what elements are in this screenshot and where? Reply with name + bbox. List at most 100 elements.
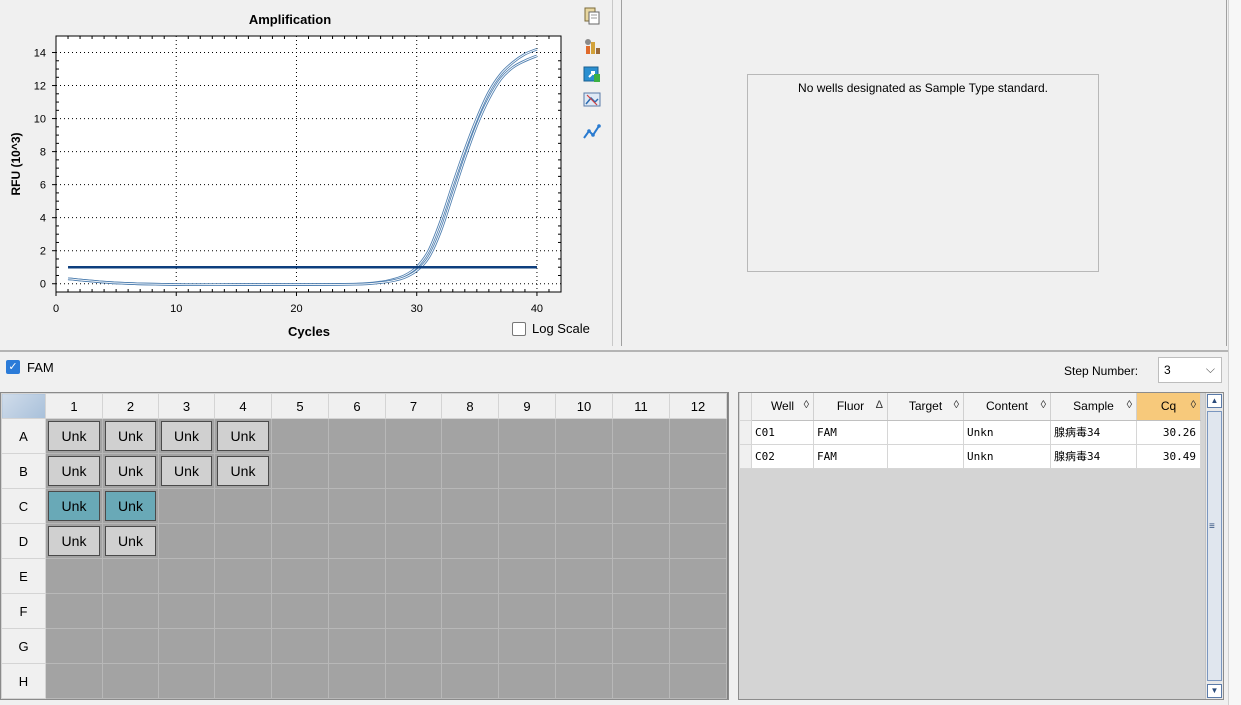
plate-cell-G11[interactable]	[612, 628, 670, 664]
column-header-well[interactable]: Well ◊	[751, 393, 814, 421]
plate-cell-A7[interactable]	[385, 418, 442, 454]
cell-sample[interactable]: 腺病毒34	[1050, 419, 1137, 445]
cell-content[interactable]: Unkn	[963, 443, 1051, 469]
plate-cell-G10[interactable]	[555, 628, 613, 664]
plate-cell-H4[interactable]	[214, 663, 272, 699]
plate-cell-D12[interactable]	[669, 523, 727, 559]
plate-cell-F1[interactable]	[45, 593, 103, 629]
plate-cell-E11[interactable]	[612, 558, 670, 594]
plate-cell-C4[interactable]	[214, 488, 272, 524]
column-header-sample[interactable]: Sample ◊	[1050, 393, 1137, 421]
chart-settings-icon[interactable]	[582, 36, 602, 56]
plate-cell-E5[interactable]	[271, 558, 329, 594]
column-header-cq[interactable]: Cq ◊	[1136, 393, 1201, 421]
plate-cell-G5[interactable]	[271, 628, 329, 664]
plate-cell-A1[interactable]: Unk	[45, 418, 103, 454]
plate-cell-F7[interactable]	[385, 593, 442, 629]
plate-cell-E7[interactable]	[385, 558, 442, 594]
plate-column-header-2[interactable]: 2	[102, 393, 159, 419]
plate-column-header-9[interactable]: 9	[498, 393, 556, 419]
plate-row-header-A[interactable]: A	[1, 418, 46, 454]
scroll-thumb[interactable]	[1207, 411, 1222, 681]
plate-cell-A3[interactable]: Unk	[158, 418, 215, 454]
plate-cell-C1[interactable]: Unk	[45, 488, 103, 524]
plate-row-header-E[interactable]: E	[1, 558, 46, 594]
plate-cell-G8[interactable]	[441, 628, 499, 664]
plate-column-header-6[interactable]: 6	[328, 393, 386, 419]
plate-cell-G6[interactable]	[328, 628, 386, 664]
plate-cell-A5[interactable]	[271, 418, 329, 454]
plate-column-header-7[interactable]: 7	[385, 393, 442, 419]
cell-target[interactable]	[887, 419, 964, 445]
plate-cell-G1[interactable]	[45, 628, 103, 664]
plate-cell-B9[interactable]	[498, 453, 556, 489]
plate-cell-E3[interactable]	[158, 558, 215, 594]
scroll-down-arrow-icon[interactable]: ▼	[1207, 684, 1222, 698]
plate-cell-F12[interactable]	[669, 593, 727, 629]
plate-cell-E6[interactable]	[328, 558, 386, 594]
cell-fluor[interactable]: FAM	[813, 443, 888, 469]
table-row[interactable]: C01 FAM Unkn 腺病毒34 30.26	[739, 419, 1201, 445]
trend-line-icon[interactable]	[582, 122, 602, 142]
plate-cell-H12[interactable]	[669, 663, 727, 699]
well-B3[interactable]: Unk	[161, 456, 212, 486]
plate-cell-C7[interactable]	[385, 488, 442, 524]
plate-cell-F2[interactable]	[102, 593, 159, 629]
export-icon[interactable]	[582, 64, 602, 84]
column-header-content[interactable]: Content ◊	[963, 393, 1051, 421]
plate-cell-D2[interactable]: Unk	[102, 523, 159, 559]
table-row[interactable]: C02 FAM Unkn 腺病毒34 30.49	[739, 443, 1201, 469]
plate-column-header-10[interactable]: 10	[555, 393, 613, 419]
well-A3[interactable]: Unk	[161, 421, 212, 451]
plate-cell-A12[interactable]	[669, 418, 727, 454]
plate-cell-B8[interactable]	[441, 453, 499, 489]
plate-cell-G4[interactable]	[214, 628, 272, 664]
well-C1[interactable]: Unk	[48, 491, 100, 521]
plate-cell-D5[interactable]	[271, 523, 329, 559]
plate-cell-B11[interactable]	[612, 453, 670, 489]
plate-cell-D4[interactable]	[214, 523, 272, 559]
plate-column-header-11[interactable]: 11	[612, 393, 670, 419]
plate-cell-D6[interactable]	[328, 523, 386, 559]
plate-cell-E8[interactable]	[441, 558, 499, 594]
plate-cell-A2[interactable]: Unk	[102, 418, 159, 454]
plate-row-header-F[interactable]: F	[1, 593, 46, 629]
plate-cell-D7[interactable]	[385, 523, 442, 559]
plate-cell-E9[interactable]	[498, 558, 556, 594]
plate-row-header-D[interactable]: D	[1, 523, 46, 559]
well-B4[interactable]: Unk	[217, 456, 269, 486]
plate-cell-E2[interactable]	[102, 558, 159, 594]
plate-cell-B6[interactable]	[328, 453, 386, 489]
plate-cell-G3[interactable]	[158, 628, 215, 664]
plate-cell-H9[interactable]	[498, 663, 556, 699]
scroll-up-arrow-icon[interactable]: ▲	[1207, 394, 1222, 408]
plate-cell-B3[interactable]: Unk	[158, 453, 215, 489]
plate-cell-B5[interactable]	[271, 453, 329, 489]
plate-corner-select-all[interactable]	[1, 393, 46, 419]
plate-column-header-4[interactable]: 4	[214, 393, 272, 419]
plate-row-header-C[interactable]: C	[1, 488, 46, 524]
plate-cell-A4[interactable]: Unk	[214, 418, 272, 454]
plate-cell-G7[interactable]	[385, 628, 442, 664]
plate-column-header-12[interactable]: 12	[669, 393, 727, 419]
cell-cq[interactable]: 30.26	[1136, 419, 1201, 445]
fam-checkbox[interactable]: ✓	[6, 360, 20, 374]
plate-column-header-8[interactable]: 8	[441, 393, 499, 419]
vertical-scrollbar[interactable]: ▲ ≡ ▼	[1205, 393, 1223, 699]
plate-cell-F4[interactable]	[214, 593, 272, 629]
cell-cq[interactable]: 30.49	[1136, 443, 1201, 469]
cell-fluor[interactable]: FAM	[813, 419, 888, 445]
plate-cell-G12[interactable]	[669, 628, 727, 664]
plate-cell-D3[interactable]	[158, 523, 215, 559]
image-icon[interactable]	[582, 90, 602, 110]
plate-cell-C5[interactable]	[271, 488, 329, 524]
plate-cell-C9[interactable]	[498, 488, 556, 524]
plate-column-header-3[interactable]: 3	[158, 393, 215, 419]
plate-cell-B12[interactable]	[669, 453, 727, 489]
plate-cell-H1[interactable]	[45, 663, 103, 699]
plate-cell-A10[interactable]	[555, 418, 613, 454]
log-scale-toggle[interactable]: Log Scale	[512, 321, 590, 336]
column-header-target[interactable]: Target ◊	[887, 393, 964, 421]
plate-cell-A11[interactable]	[612, 418, 670, 454]
well-B2[interactable]: Unk	[105, 456, 156, 486]
